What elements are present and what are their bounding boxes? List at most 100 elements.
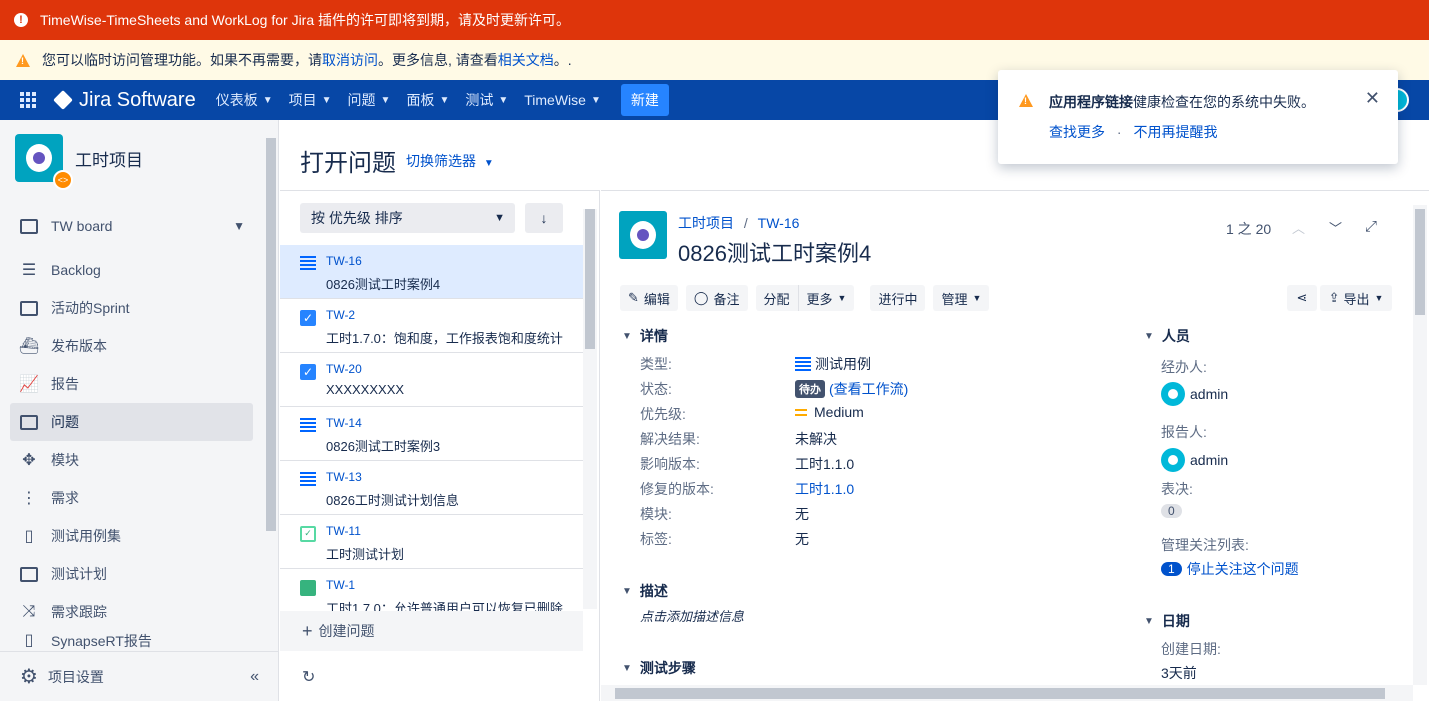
comment-button[interactable]: ◯ 备注 [685,285,748,311]
fix-version-link[interactable]: 工时1.1.0 [795,479,854,499]
related-docs-link[interactable]: 相关文档 [498,50,554,70]
nav-timewise[interactable]: TimeWise ▼ [524,92,601,108]
field-label-status: 状态: [640,381,672,397]
nav-boards[interactable]: 面板 ▼ [406,90,449,110]
assignee[interactable]: admin [1161,382,1228,406]
nav-tests[interactable]: 测试 ▼ [465,90,508,110]
sidebar-item-label: 活动的Sprint [51,300,130,316]
sidebar-item-reports[interactable]: 📈 报告 [10,365,253,403]
sidebar-item-test-suites[interactable]: ▯ 测试用例集 [10,517,253,555]
description-placeholder[interactable]: 点击添加描述信息 [640,606,744,625]
issue-list-panel: 按 优先级 排序 ▼ ↓ TW-16 0826测试工时案例4 ✓ TW-2 工时… [280,190,600,701]
breadcrumb-project-link[interactable]: 工时项目 [678,215,734,231]
close-icon[interactable]: ✕ [1365,88,1380,109]
issue-summary: 0826测试工时案例3 [326,439,441,454]
issue-row[interactable]: ✓ TW-20 XXXXXXXXX [280,353,583,407]
reporter[interactable]: admin [1161,448,1228,472]
detail-vertical-scrollbar[interactable] [1413,205,1427,685]
votes[interactable]: 0 [1161,504,1182,518]
create-issue-button[interactable]: + 创建问题 [280,611,583,651]
stop-watching-link[interactable]: 停止关注这个问题 [1187,559,1299,579]
nav-issues[interactable]: 问题 ▼ [348,90,391,110]
expand-icon[interactable]: ⤢ [1365,218,1377,235]
issue-row[interactable]: ✓ TW-11 工时测试计划 [280,515,583,569]
dont-remind-link[interactable]: 不用再提醒我 [1133,124,1217,140]
details-section-header[interactable]: ▼ 详情 [622,326,668,346]
description-section-header[interactable]: ▼ 描述 [622,581,668,601]
cancel-access-link[interactable]: 取消访问 [322,50,378,70]
field-label-type: 类型: [640,356,672,372]
app-switcher-icon[interactable] [20,92,36,108]
description-heading: 描述 [639,583,668,599]
sidebar-scrollbar[interactable] [265,138,277,650]
project-header[interactable]: <> 工时项目 [15,134,143,190]
edit-button[interactable]: ✎ 编辑 [620,285,678,311]
field-label-component: 模块: [640,506,672,522]
issue-row[interactable]: TW-1 工时1.7.0：允许普通用户可以恢复已删除 [280,569,583,611]
backlog-icon: ☰ [21,262,37,279]
chevron-up-icon[interactable]: ︿ [1292,218,1305,237]
sidebar-item-synapse-reports[interactable]: ▯ SynapseRT报告 [10,631,253,649]
nav-dashboards[interactable]: 仪表板 ▼ [216,90,273,110]
issues-icon [19,413,39,431]
created-label: 创建日期: [1161,641,1221,657]
people-section-header[interactable]: ▼ 人员 [1144,326,1190,346]
sidebar-item-components[interactable]: ✥ 模块 [10,441,253,479]
issue-key: TW-11 [326,524,361,538]
sort-direction-button[interactable]: ↓ [525,203,563,233]
sidebar-item-test-plans[interactable]: 测试计划 [10,555,253,593]
issue-list-scrollbar[interactable] [583,209,597,609]
sort-select[interactable]: 按 优先级 排序 ▼ [300,203,515,233]
detail-horizontal-scrollbar[interactable] [601,685,1413,701]
issue-row[interactable]: TW-13 0826工时测试计划信息 [280,461,583,515]
logo-text: Jira Software [79,88,196,111]
comment-icon: ◯ [693,290,709,305]
issue-summary: 0826工时测试计划信息 [326,493,459,508]
sidebar-item-releases[interactable]: ⛴ 发布版本 [10,327,253,365]
chevron-down-icon[interactable]: ﹀ [1329,218,1342,237]
export-button[interactable]: ⇪ 导出 ▼ [1320,285,1392,311]
create-button[interactable]: 新建 [620,84,669,116]
assign-button[interactable]: 分配 [755,285,798,311]
status-badge[interactable]: 待办 [795,380,825,398]
dates-section-header[interactable]: ▼ 日期 [1144,611,1190,631]
share-button[interactable]: ⋖ [1287,285,1317,311]
field-label-priority: 优先级: [640,406,686,422]
breadcrumb-issue-link[interactable]: TW-16 [758,215,800,231]
switch-filter-button[interactable]: 切换筛选器 ▼ [406,151,494,171]
issue-row[interactable]: TW-16 0826测试工时案例4 [280,245,583,299]
field-value-affects-version: 工时1.1.0 [795,456,855,472]
sidebar-item-requirements[interactable]: ⋮ 需求 [10,479,253,517]
manage-button[interactable]: 管理 ▼ [933,285,990,311]
board-icon [19,217,39,235]
code-badge-icon: <> [53,170,73,190]
nav-projects[interactable]: 项目 ▼ [289,90,332,110]
sidebar-item-traceability[interactable]: ⤨ 需求跟踪 [10,593,253,631]
project-settings[interactable]: ⚙ 项目设置 « [0,651,279,701]
test-steps-section-header[interactable]: ▼ 测试步骤 [622,658,696,678]
jira-logo[interactable]: Jira Software [53,88,196,112]
project-avatar[interactable] [619,211,667,259]
sidebar-item-backlog[interactable]: ☰ Backlog [10,251,253,289]
project-sidebar: <> 工时项目 TW board ▼ ☰ Backlog 活动的Sprint ⛴… [0,120,279,701]
sidebar-item-active-sprint[interactable]: 活动的Sprint [10,289,253,327]
field-value-labels: 无 [795,531,809,547]
chevron-down-icon: ▼ [972,293,982,303]
find-more-link[interactable]: 查找更多 [1049,124,1105,140]
chevron-down-icon[interactable]: ▼ [233,219,245,233]
comment-label: 备注 [713,291,740,307]
watchers-count[interactable]: 1 [1161,562,1182,576]
collapse-sidebar-icon[interactable]: « [250,668,259,686]
popup-links: 查找更多 · 不用再提醒我 [1049,122,1217,142]
more-button[interactable]: 更多 ▼ [797,285,855,311]
sidebar-item-tw-board[interactable]: TW board ▼ [10,207,253,245]
view-workflow-link[interactable]: (查看工作流) [829,379,908,399]
in-progress-button[interactable]: 进行中 [870,285,926,311]
issue-row[interactable]: ✓ TW-2 工时1.7.0：饱和度，工作报表饱和度统计 [280,299,583,353]
chevron-down-icon: ▼ [622,330,632,342]
issue-row[interactable]: TW-14 0826测试工时案例3 [280,407,583,461]
refresh-icon[interactable]: ↻ [302,667,315,687]
chevron-down-icon: ▼ [1144,615,1154,627]
test-case-icon [795,357,811,371]
sidebar-item-issues[interactable]: 问题 [10,403,253,441]
